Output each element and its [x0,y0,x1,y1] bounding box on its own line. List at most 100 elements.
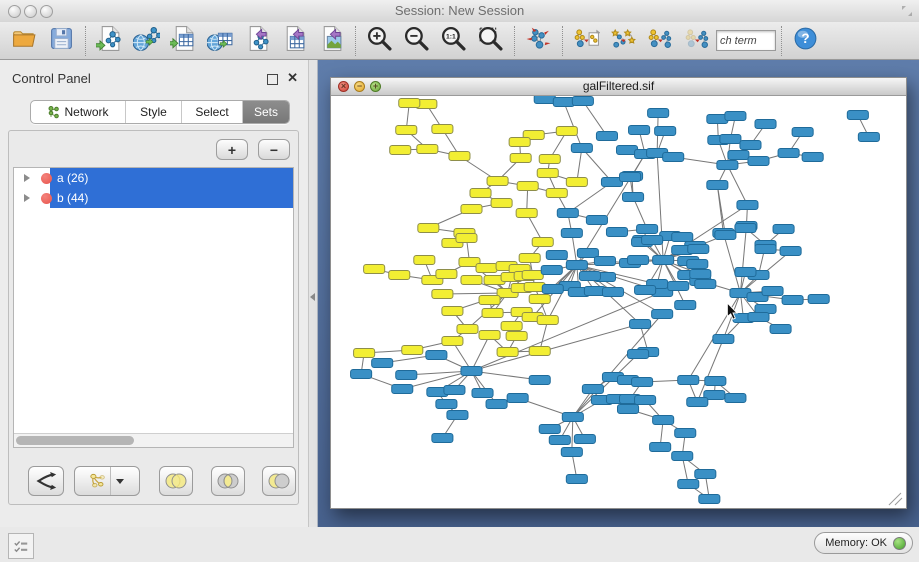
network-node[interactable] [778,149,799,158]
open-session-button[interactable] [6,24,43,58]
network-node[interactable] [762,287,783,296]
network-node[interactable] [510,154,531,163]
network-node[interactable] [678,480,699,489]
network-node[interactable] [780,247,801,256]
network-node[interactable] [479,331,500,340]
network-node[interactable] [482,309,503,318]
network-node[interactable] [695,470,716,479]
network-node[interactable] [637,225,658,234]
network-node[interactable] [653,416,674,425]
network-node[interactable] [606,228,627,237]
network-node[interactable] [461,276,482,285]
set-row[interactable]: a (26) [14,168,293,188]
network-node[interactable] [566,178,587,187]
network-node[interactable] [561,229,582,238]
network-node[interactable] [628,350,649,359]
sets-list[interactable]: a (26)b (44) [13,167,294,448]
help-button[interactable]: ? [787,24,824,58]
network-node[interactable] [449,152,470,161]
network-node[interactable] [461,205,482,214]
network-node[interactable] [506,332,527,341]
network-node[interactable] [672,452,693,461]
network-node[interactable] [642,236,663,245]
network-node[interactable] [596,132,617,141]
network-node[interactable] [571,144,592,153]
network-node[interactable] [546,251,567,260]
network-node[interactable] [687,260,708,269]
network-node[interactable] [620,173,641,182]
network-node[interactable] [577,249,598,258]
network-node[interactable] [672,233,693,242]
dropdown-arrow-icon[interactable] [110,467,129,495]
network-node[interactable] [432,434,453,443]
network-node[interactable] [418,224,439,233]
import-network-url-button[interactable] [128,24,165,58]
network-node[interactable] [668,282,689,291]
memory-status-button[interactable]: Memory: OK [814,532,913,554]
network-node[interactable] [720,135,741,144]
network-node[interactable] [755,120,776,129]
network-node[interactable] [648,109,669,118]
network-node[interactable] [557,209,578,218]
network-node[interactable] [695,280,716,289]
network-node[interactable] [652,310,673,319]
network-node[interactable] [470,189,491,198]
expand-arrow-icon[interactable] [24,194,30,202]
network-node[interactable] [529,295,550,304]
network-node[interactable] [770,325,791,334]
network-node[interactable] [516,209,537,218]
network-node[interactable] [444,386,465,395]
network-node[interactable] [629,126,650,135]
tab-style[interactable]: Style [126,101,182,123]
network-node[interactable] [539,425,560,434]
network-node[interactable] [594,257,615,266]
network-node[interactable] [748,313,769,322]
new-set-from-network-button[interactable] [74,466,140,496]
tab-sets[interactable]: Sets [243,101,289,123]
network-node[interactable] [417,145,438,154]
network-node[interactable] [802,153,823,162]
network-node[interactable] [351,370,372,379]
network-node[interactable] [442,337,463,346]
network-node[interactable] [389,271,410,280]
network-node[interactable] [618,405,639,414]
network-node[interactable] [364,265,385,274]
split-set-button[interactable] [28,466,64,496]
network-node[interactable] [541,266,562,275]
network-node[interactable] [858,133,879,142]
network-node[interactable] [717,161,738,170]
network-node[interactable] [497,348,518,357]
network-node[interactable] [574,435,595,444]
zoom-in-button[interactable] [361,24,398,58]
network-node[interactable] [572,97,593,106]
task-history-button[interactable] [8,533,34,559]
network-node[interactable] [847,111,868,120]
export-image-button[interactable] [313,24,350,58]
network-node[interactable] [396,126,417,135]
network-node[interactable] [432,290,453,299]
fullscreen-icon[interactable] [901,5,913,17]
network-node[interactable] [630,320,651,329]
network-node[interactable] [456,234,477,243]
network-node[interactable] [529,347,550,356]
network-node[interactable] [725,394,746,403]
network-node[interactable] [539,155,560,164]
network-node[interactable] [442,307,463,316]
network-node[interactable] [725,112,746,121]
network-node[interactable] [735,268,756,277]
network-node[interactable] [748,157,769,166]
network-node[interactable] [414,256,435,265]
network-node[interactable] [755,245,776,254]
network-window-titlebar[interactable]: × − + galFiltered.sif [331,78,906,96]
network-node[interactable] [487,177,508,186]
network-node[interactable] [402,346,423,355]
panel-splitter[interactable] [308,60,318,527]
fit-selection-button[interactable] [472,24,509,58]
network-node[interactable] [653,256,674,265]
import-table-url-button[interactable] [202,24,239,58]
save-session-button[interactable] [43,24,80,58]
network-node[interactable] [699,495,720,504]
network-node[interactable] [688,245,709,254]
first-neighbors-button[interactable] [605,24,642,58]
hide-selected-button[interactable] [642,24,679,58]
